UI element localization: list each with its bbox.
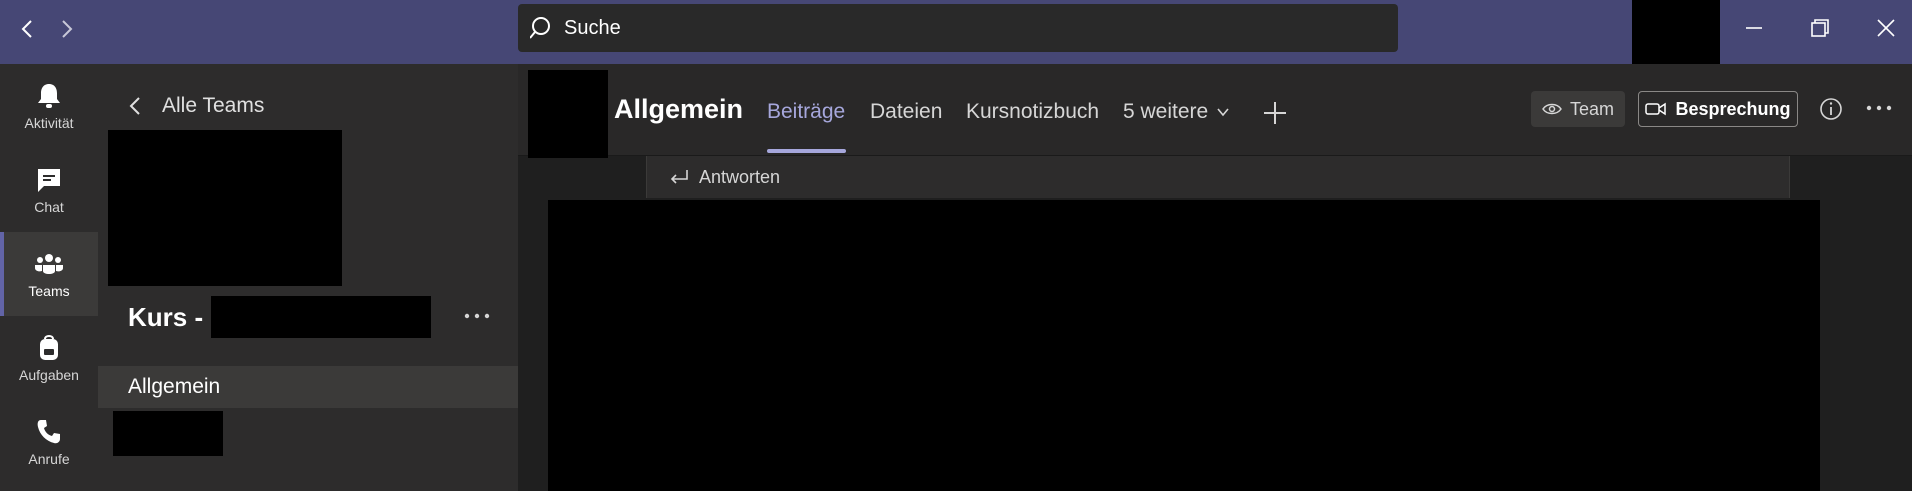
channel-avatar-redacted (528, 70, 608, 158)
title-bar (0, 0, 1912, 64)
team-image-redacted (108, 130, 342, 286)
close-button[interactable] (1864, 10, 1908, 46)
profile-avatar-redacted[interactable] (1632, 0, 1720, 64)
close-icon (1877, 19, 1895, 37)
video-camera-icon (1645, 102, 1667, 116)
reply-label: Antworten (699, 166, 781, 187)
more-horizontal-icon (464, 313, 490, 319)
meeting-button[interactable]: Besprechung (1638, 91, 1798, 127)
app-rail: Aktivität Chat Teams Aufgaben Anrufe (0, 64, 98, 491)
back-arrow-button[interactable] (12, 14, 42, 44)
more-tabs-label: 5 weitere (1123, 100, 1209, 123)
phone-icon (37, 420, 60, 444)
team-more-options-button[interactable] (460, 306, 494, 326)
info-icon[interactable] (1818, 96, 1844, 122)
eye-icon (1542, 103, 1562, 115)
rail-item-label: Anrufe (28, 451, 70, 467)
channel-title: Allgemein (614, 94, 744, 124)
rail-item-chat[interactable]: Chat (0, 148, 98, 232)
tab-dateien[interactable]: Dateien (870, 100, 942, 124)
chat-icon (38, 169, 60, 192)
meeting-button-label: Besprechung (1675, 98, 1791, 119)
rail-item-label: Teams (28, 283, 70, 299)
restore-icon (1811, 19, 1829, 37)
teams-icon (35, 254, 63, 274)
more-options-icon[interactable] (1864, 100, 1894, 116)
search-input[interactable] (564, 16, 1364, 40)
team-view-button[interactable]: Team (1531, 91, 1625, 127)
tab-beitraege[interactable]: Beiträge (767, 100, 845, 124)
channel-header: Allgemein Beiträge Dateien Kursnotizbuch… (518, 64, 1912, 158)
team-button-label: Team (1569, 98, 1614, 119)
active-tab-indicator (767, 149, 846, 153)
more-tabs-dropdown[interactable]: 5 weitere (1123, 100, 1230, 124)
main-area: Allgemein Beiträge Dateien Kursnotizbuch… (518, 64, 1912, 491)
channel-item-allgemein[interactable]: Allgemein (98, 366, 518, 408)
rail-item-teams[interactable]: Teams (0, 232, 98, 316)
channel-label: Allgemein (128, 375, 221, 398)
rail-item-label: Aufgaben (19, 367, 79, 383)
message-content-redacted (548, 200, 1820, 491)
rail-item-label: Aktivität (24, 115, 74, 131)
reply-button[interactable]: Antworten (646, 156, 1790, 198)
team-panel: Alle Teams Kurs - Allgemein (98, 64, 518, 491)
rail-item-aufgaben[interactable]: Aufgaben (0, 316, 98, 400)
search-box[interactable] (518, 4, 1398, 52)
bell-icon (38, 84, 60, 108)
team-name-prefix: Kurs - (128, 301, 204, 332)
all-teams-label: Alle Teams (162, 94, 265, 117)
chevron-left-icon (129, 97, 140, 115)
rail-item-label: Chat (34, 199, 64, 215)
chevron-down-icon (1217, 108, 1229, 117)
team-name: Kurs - (128, 296, 432, 338)
channel-item-redacted[interactable] (113, 411, 223, 456)
chevron-right-icon (62, 20, 73, 38)
reply-arrow-icon (670, 170, 688, 184)
rail-item-aktivitaet[interactable]: Aktivität (0, 64, 98, 148)
add-tab-icon[interactable] (1260, 98, 1290, 128)
forward-arrow-button[interactable] (52, 14, 82, 44)
minimize-icon (1746, 27, 1762, 29)
backpack-icon (40, 335, 58, 360)
search-icon (530, 17, 550, 39)
tab-kursnotizbuch[interactable]: Kursnotizbuch (966, 100, 1099, 124)
team-name-redacted (211, 296, 432, 338)
minimize-button[interactable] (1732, 10, 1776, 46)
rail-item-anrufe[interactable]: Anrufe (0, 400, 98, 484)
restore-button[interactable] (1798, 10, 1842, 46)
chevron-left-icon (21, 20, 32, 38)
all-teams-back-link[interactable]: Alle Teams (128, 94, 264, 118)
